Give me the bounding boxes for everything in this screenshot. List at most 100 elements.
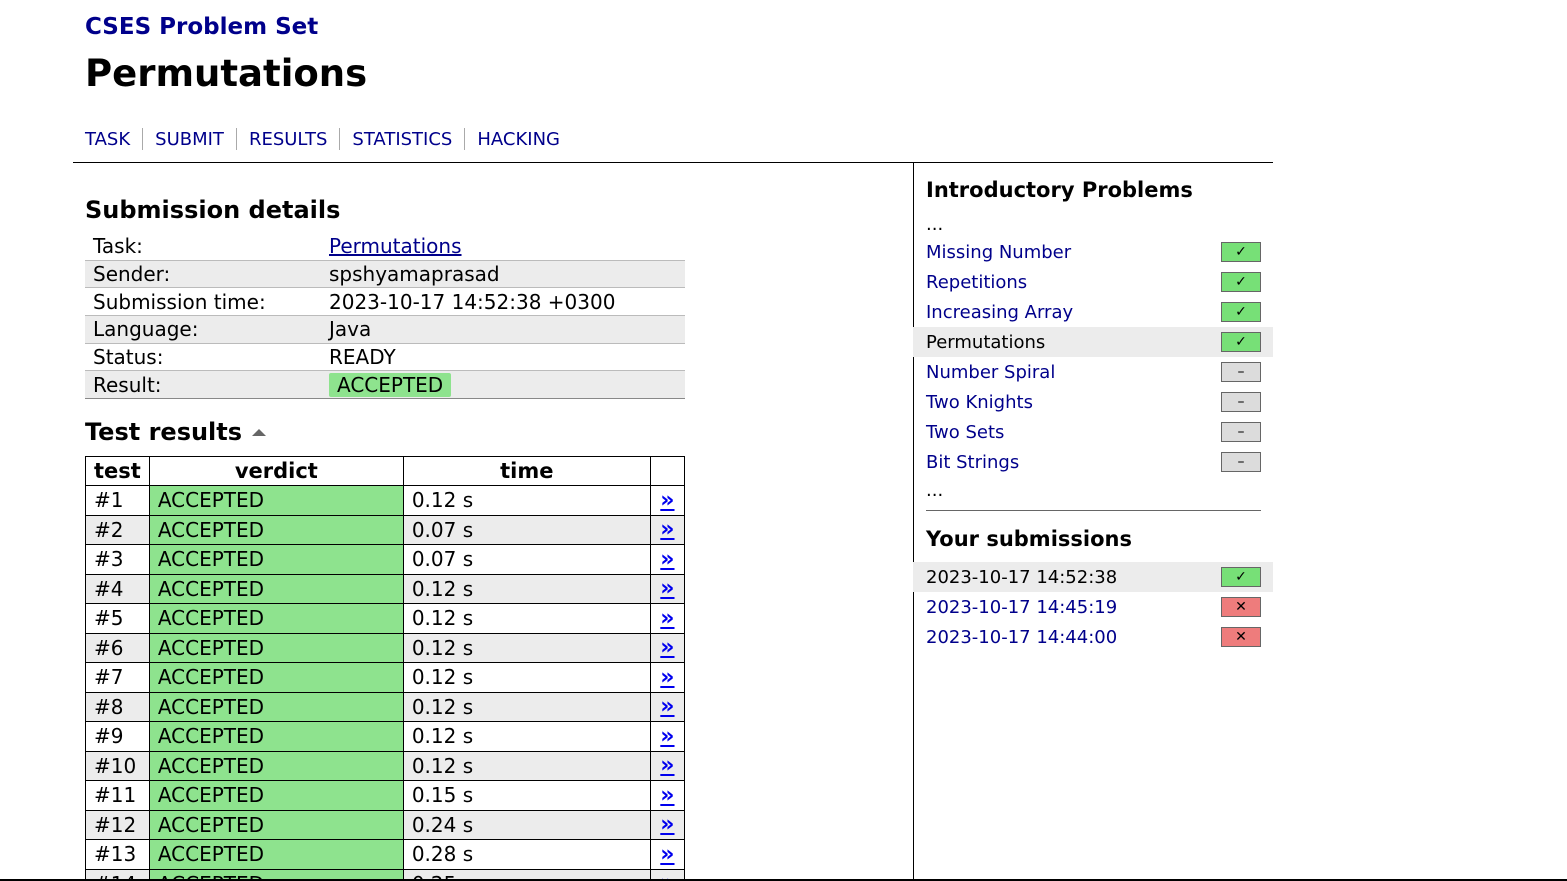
test-id: #13 — [85, 839, 150, 870]
sidebar-problem-item-label[interactable]: Two Knights — [926, 392, 1033, 413]
table-row: #6 ACCEPTED 0.12 s » — [85, 632, 686, 663]
view-test-details-icon[interactable]: » — [660, 753, 674, 778]
submission-item[interactable]: 2023-10-17 14:44:00 ✕ — [913, 622, 1273, 652]
details-key: Status: — [85, 343, 321, 372]
test-details-cell: » — [649, 573, 686, 604]
submission-item-label[interactable]: 2023-10-17 14:45:19 — [926, 597, 1117, 618]
details-row-status: Status: READY — [85, 343, 685, 372]
test-verdict: ACCEPTED — [148, 809, 404, 840]
test-verdict: ACCEPTED — [148, 514, 404, 545]
view-test-details-icon[interactable]: » — [660, 517, 674, 542]
details-key: Language: — [85, 315, 321, 344]
sidebar-problem-item-label[interactable]: Number Spiral — [926, 362, 1055, 383]
tab-submit[interactable]: SUBMIT — [155, 129, 224, 150]
check-icon: ✓ — [1221, 567, 1261, 587]
submission-list: 2023-10-17 14:52:38 ✓ 2023-10-17 14:45:19 ✕… — [913, 562, 1273, 652]
details-value: Java — [321, 315, 685, 344]
test-details-cell: » — [649, 721, 686, 752]
test-time: 0.12 s — [402, 662, 651, 693]
details-value: 2023-10-17 14:52:38 +0300 — [321, 287, 685, 317]
sidebar-problem-item-label[interactable]: Increasing Array — [926, 302, 1073, 323]
sidebar-problem-item[interactable]: Increasing Array ✓ — [913, 297, 1273, 327]
task-link[interactable]: Permutations — [329, 234, 462, 258]
check-icon: ✓ — [1221, 302, 1261, 322]
table-row: #10 ACCEPTED 0.12 s » — [85, 750, 686, 781]
test-verdict: ACCEPTED — [148, 573, 404, 604]
test-verdict: ACCEPTED — [148, 603, 404, 634]
view-test-details-icon[interactable]: » — [660, 724, 674, 749]
view-test-details-icon[interactable]: » — [660, 606, 674, 631]
test-details-cell: » — [649, 662, 686, 693]
view-test-details-icon[interactable]: » — [660, 783, 674, 808]
site-title[interactable]: CSES Problem Set — [85, 14, 318, 40]
test-details-cell: » — [649, 750, 686, 781]
table-row: #8 ACCEPTED 0.12 s » — [85, 691, 686, 722]
details-key: Submission time: — [85, 287, 321, 317]
test-results-table: test verdict time #1 ACCEPTED 0.12 s» #2 ACC… — [85, 456, 686, 881]
test-time: 0.12 s — [402, 721, 651, 752]
sidebar-problem-item[interactable]: Number Spiral – — [913, 357, 1273, 387]
test-results-heading[interactable]: Test results — [85, 418, 267, 446]
test-details-cell: » — [649, 514, 686, 545]
submission-item: 2023-10-17 14:52:38 ✓ — [913, 562, 1273, 592]
view-test-details-icon[interactable]: » — [660, 576, 674, 601]
test-verdict: ACCEPTED — [148, 839, 404, 870]
details-row-result: Result: ACCEPTED — [85, 370, 685, 400]
sidebar-problem-item-label[interactable]: Two Sets — [926, 422, 1004, 443]
test-id: #8 — [85, 691, 150, 722]
dash-icon: – — [1221, 452, 1261, 472]
sidebar-section-title: Introductory Problems — [926, 178, 1193, 202]
test-verdict: ACCEPTED — [148, 780, 404, 811]
submission-item-label[interactable]: 2023-10-17 14:44:00 — [926, 627, 1117, 648]
sidebar-problem-item-label[interactable]: Bit Strings — [926, 452, 1019, 473]
tab-task[interactable]: TASK — [85, 129, 130, 150]
sidebar-problem-item: Permutations ✓ — [913, 327, 1273, 357]
table-row: #4 ACCEPTED 0.12 s » — [85, 573, 686, 604]
test-id: #9 — [85, 721, 150, 752]
view-test-details-icon[interactable]: » — [660, 842, 674, 867]
tab-statistics[interactable]: STATISTICS — [352, 129, 452, 150]
view-test-details-icon[interactable]: » — [660, 635, 674, 660]
cross-icon: ✕ — [1221, 597, 1261, 617]
check-icon: ✓ — [1221, 272, 1261, 292]
sidebar-problem-item[interactable]: Missing Number ✓ — [913, 237, 1273, 267]
details-key: Result: — [85, 370, 321, 400]
tab-hacking[interactable]: HACKING — [477, 129, 560, 150]
nav-divider — [339, 128, 341, 150]
your-submissions-title: Your submissions — [926, 527, 1132, 551]
column-header-link — [649, 456, 686, 486]
test-details-cell: » — [649, 544, 686, 575]
view-test-details-icon[interactable]: » — [660, 547, 674, 572]
sidebar-problem-item[interactable]: Repetitions ✓ — [913, 267, 1273, 297]
view-test-details-icon[interactable]: » — [660, 812, 674, 837]
details-key: Sender: — [85, 260, 321, 289]
test-time: 0.12 s — [402, 485, 651, 516]
nav-divider — [235, 128, 237, 150]
sidebar-problem-item[interactable]: Two Knights – — [913, 387, 1273, 417]
view-test-details-icon[interactable]: » — [660, 488, 674, 513]
details-row-language: Language: Java — [85, 315, 685, 344]
column-header-verdict: verdict — [148, 456, 404, 486]
sidebar-problem-item[interactable]: Two Sets – — [913, 417, 1273, 447]
submission-item[interactable]: 2023-10-17 14:45:19 ✕ — [913, 592, 1273, 622]
sidebar-problem-item-label: Permutations — [926, 331, 1046, 353]
view-test-details-icon[interactable]: » — [660, 694, 674, 719]
sidebar-problem-item-label[interactable]: Missing Number — [926, 242, 1071, 263]
collapse-up-icon[interactable] — [252, 428, 267, 436]
nav-divider — [142, 128, 144, 150]
check-icon: ✓ — [1221, 242, 1261, 262]
test-details-cell: » — [649, 485, 686, 516]
test-id: #10 — [85, 750, 150, 781]
dash-icon: – — [1221, 392, 1261, 412]
view-test-details-icon[interactable]: » — [660, 665, 674, 690]
dash-icon: – — [1221, 362, 1261, 382]
dash-icon: – — [1221, 422, 1261, 442]
details-value: Permutations — [321, 233, 685, 261]
tab-results[interactable]: RESULTS — [249, 129, 327, 150]
sidebar-problem-item[interactable]: Bit Strings – — [913, 447, 1273, 477]
test-details-cell: » — [649, 780, 686, 811]
test-verdict: ACCEPTED — [148, 750, 404, 781]
table-row: #5 ACCEPTED 0.12 s » — [85, 603, 686, 634]
sidebar-problem-item-label[interactable]: Repetitions — [926, 272, 1027, 293]
test-id: #3 — [85, 544, 150, 575]
